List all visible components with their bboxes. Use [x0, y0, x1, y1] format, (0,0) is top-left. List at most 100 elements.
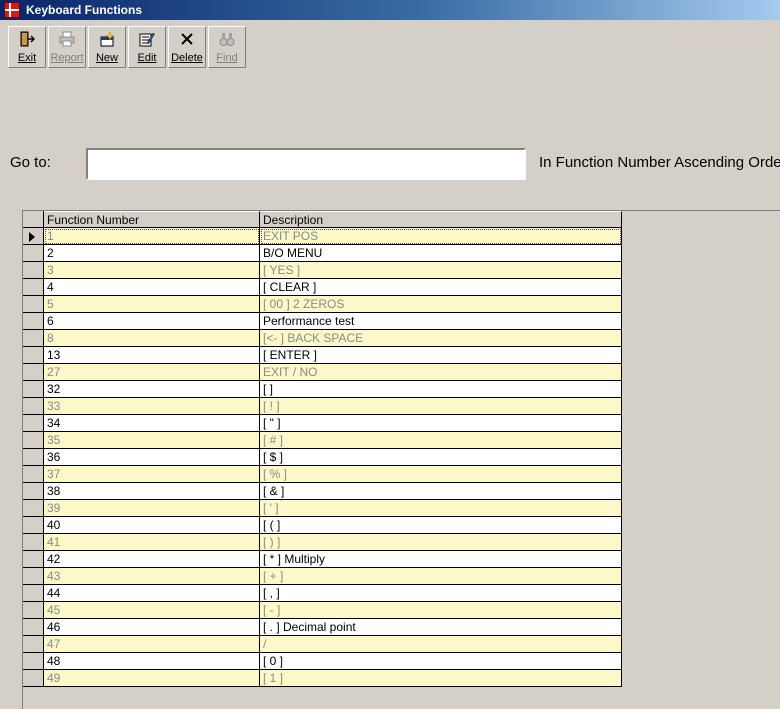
description-cell[interactable]: [ $ ]: [260, 449, 622, 466]
description-cell[interactable]: [ 0 ]: [260, 653, 622, 670]
row-selector[interactable]: [23, 313, 44, 330]
table-row[interactable]: 8 [<- ] BACK SPACE: [23, 330, 622, 347]
row-selector[interactable]: [23, 602, 44, 619]
function-number-cell[interactable]: 47: [44, 636, 260, 653]
row-selector[interactable]: [23, 296, 44, 313]
table-row[interactable]: 4[ CLEAR ]: [23, 279, 622, 296]
row-selector[interactable]: [23, 262, 44, 279]
table-row[interactable]: 27 EXIT / NO: [23, 364, 622, 381]
description-cell[interactable]: [ CLEAR ]: [260, 279, 622, 296]
description-cell[interactable]: /: [260, 636, 622, 653]
description-cell[interactable]: [ 1 ]: [260, 670, 622, 687]
function-number-cell[interactable]: 45: [44, 602, 260, 619]
table-row[interactable]: 47/: [23, 636, 622, 653]
table-row[interactable]: 33[ ! ]: [23, 398, 622, 415]
row-selector[interactable]: [23, 619, 44, 636]
row-selector-header[interactable]: [23, 211, 44, 228]
row-selector[interactable]: [23, 449, 44, 466]
table-row[interactable]: 45[ - ]: [23, 602, 622, 619]
row-selector[interactable]: [23, 398, 44, 415]
description-cell[interactable]: [ , ]: [260, 585, 622, 602]
row-selector[interactable]: [23, 483, 44, 500]
table-row[interactable]: 1 EXIT POS: [23, 228, 622, 245]
new-button[interactable]: New: [88, 26, 126, 68]
function-number-cell[interactable]: 36: [44, 449, 260, 466]
table-row[interactable]: 37[ % ]: [23, 466, 622, 483]
function-number-cell[interactable]: 13: [44, 347, 260, 364]
row-selector[interactable]: [23, 636, 44, 653]
table-row[interactable]: 13[ ENTER ]: [23, 347, 622, 364]
table-row[interactable]: 42[ * ] Multiply: [23, 551, 622, 568]
table-row[interactable]: 39[ ' ]: [23, 500, 622, 517]
row-selector[interactable]: [23, 568, 44, 585]
description-cell[interactable]: [ ) ]: [260, 534, 622, 551]
table-row[interactable]: 6 Performance test: [23, 313, 622, 330]
description-cell[interactable]: [ & ]: [260, 483, 622, 500]
row-selector[interactable]: [23, 228, 44, 245]
description-cell[interactable]: [ % ]: [260, 466, 622, 483]
delete-button[interactable]: Delete: [168, 26, 206, 68]
row-selector[interactable]: [23, 551, 44, 568]
row-selector[interactable]: [23, 245, 44, 262]
row-selector[interactable]: [23, 585, 44, 602]
function-number-cell[interactable]: 1: [44, 228, 260, 245]
find-button[interactable]: Find: [208, 26, 246, 68]
row-selector[interactable]: [23, 347, 44, 364]
row-selector[interactable]: [23, 466, 44, 483]
row-selector[interactable]: [23, 500, 44, 517]
table-row[interactable]: 35[ # ]: [23, 432, 622, 449]
description-cell[interactable]: B/O MENU: [260, 245, 622, 262]
table-row[interactable]: 38[ & ]: [23, 483, 622, 500]
table-row[interactable]: 41[ ) ]: [23, 534, 622, 551]
function-number-cell[interactable]: 38: [44, 483, 260, 500]
table-row[interactable]: 48[ 0 ]: [23, 653, 622, 670]
table-row[interactable]: 49[ 1 ]: [23, 670, 622, 687]
description-cell[interactable]: [ # ]: [260, 432, 622, 449]
row-selector[interactable]: [23, 653, 44, 670]
description-cell[interactable]: [ ( ]: [260, 517, 622, 534]
table-row[interactable]: 32[ ]: [23, 381, 622, 398]
description-cell[interactable]: [<- ] BACK SPACE: [260, 330, 622, 347]
function-number-cell[interactable]: 6: [44, 313, 260, 330]
table-row[interactable]: 2 B/O MENU: [23, 245, 622, 262]
table-row[interactable]: 3[ YES ]: [23, 262, 622, 279]
function-number-cell[interactable]: 35: [44, 432, 260, 449]
function-number-cell[interactable]: 39: [44, 500, 260, 517]
description-cell[interactable]: [ ! ]: [260, 398, 622, 415]
description-cell[interactable]: [ 00 ] 2 ZEROS: [260, 296, 622, 313]
function-number-cell[interactable]: 33: [44, 398, 260, 415]
row-selector[interactable]: [23, 415, 44, 432]
row-selector[interactable]: [23, 517, 44, 534]
table-row[interactable]: 44[ , ]: [23, 585, 622, 602]
function-number-cell[interactable]: 2: [44, 245, 260, 262]
function-number-cell[interactable]: 40: [44, 517, 260, 534]
function-number-cell[interactable]: 43: [44, 568, 260, 585]
column-header-description[interactable]: Description: [260, 211, 622, 228]
description-cell[interactable]: EXIT POS: [260, 228, 622, 245]
table-row[interactable]: 43[ + ]: [23, 568, 622, 585]
function-number-cell[interactable]: 49: [44, 670, 260, 687]
table-row[interactable]: 5[ 00 ] 2 ZEROS: [23, 296, 622, 313]
description-cell[interactable]: EXIT / NO: [260, 364, 622, 381]
row-selector[interactable]: [23, 670, 44, 687]
description-cell[interactable]: [ ' ]: [260, 500, 622, 517]
exit-button[interactable]: Exit: [8, 26, 46, 68]
description-cell[interactable]: [ ]: [260, 381, 622, 398]
row-selector[interactable]: [23, 381, 44, 398]
description-cell[interactable]: [ * ] Multiply: [260, 551, 622, 568]
description-cell[interactable]: [ ENTER ]: [260, 347, 622, 364]
function-number-cell[interactable]: 8: [44, 330, 260, 347]
function-number-cell[interactable]: 37: [44, 466, 260, 483]
function-number-cell[interactable]: 5: [44, 296, 260, 313]
function-number-cell[interactable]: 27: [44, 364, 260, 381]
functions-grid[interactable]: Function Number Description 1 EXIT POS 2 B/…: [22, 210, 780, 709]
edit-button[interactable]: Edit: [128, 26, 166, 68]
function-number-cell[interactable]: 48: [44, 653, 260, 670]
column-header-function-number[interactable]: Function Number: [44, 211, 260, 228]
function-number-cell[interactable]: 42: [44, 551, 260, 568]
description-cell[interactable]: [ + ]: [260, 568, 622, 585]
row-selector[interactable]: [23, 364, 44, 381]
row-selector[interactable]: [23, 432, 44, 449]
row-selector[interactable]: [23, 279, 44, 296]
table-row[interactable]: 40[ ( ]: [23, 517, 622, 534]
